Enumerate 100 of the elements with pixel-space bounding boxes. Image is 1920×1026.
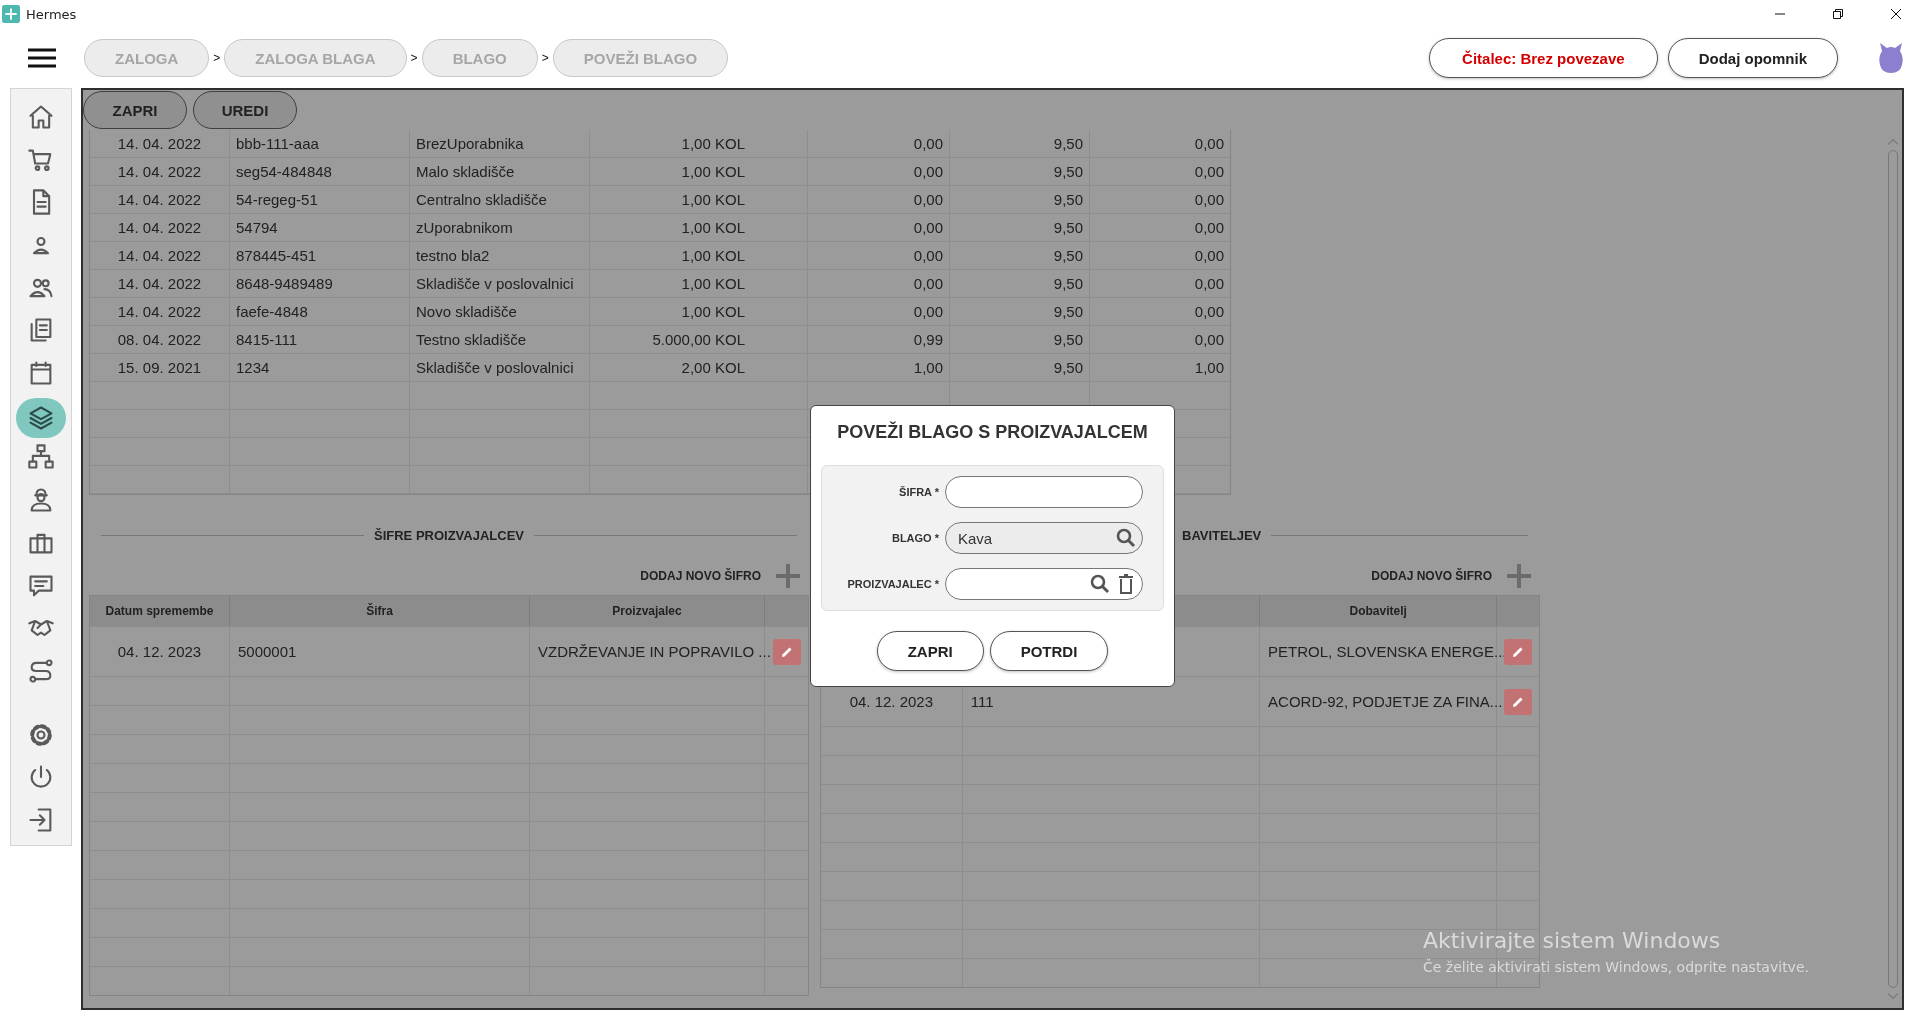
add-code-link[interactable]: DODAJ NOVO ŠIFRO	[1371, 569, 1492, 583]
table-cell: 9,50	[950, 270, 1090, 297]
table-cell: 5000001	[238, 643, 297, 660]
header-button[interactable]: Čitalec: Brez povezave	[1429, 38, 1658, 78]
activation-title: Aktivirajte sistem Windows	[1423, 928, 1722, 953]
table-cell-text: 0,00	[1193, 218, 1225, 238]
table-cell: 9,50	[950, 354, 1090, 381]
table-cell: 15. 09. 2021	[90, 354, 230, 381]
table-cell: 54-regeg-51	[230, 186, 410, 213]
table-cell: 14. 04. 2022	[90, 186, 230, 213]
dialog-button[interactable]: POTRDI	[989, 631, 1109, 671]
table-cell: 0,00	[808, 298, 950, 325]
table-cell: 14. 04. 2022	[90, 242, 230, 269]
table-cell: 9,50	[950, 214, 1090, 241]
table-cell: 1234	[230, 354, 410, 381]
search-icon[interactable]	[1090, 574, 1110, 594]
field-label: PROIZVAJALEC *	[847, 578, 939, 590]
table-cell: 1,00 KOL	[590, 130, 808, 157]
window-title: Hermes	[26, 6, 77, 22]
table-cell: 9,50	[950, 158, 1090, 185]
restore-icon[interactable]	[1832, 8, 1844, 20]
table-cell: 1,00	[808, 354, 950, 381]
table-cell-text: 1,00	[1193, 358, 1225, 378]
table-cell: 14. 04. 2022	[90, 214, 230, 241]
table-cell: 1,00 KOL	[590, 298, 808, 325]
column-header: Proizvajalec	[612, 604, 682, 618]
layers-icon[interactable]	[16, 397, 66, 438]
table-cell: 9,50	[950, 186, 1090, 213]
table-cell: 1,00 KOL	[590, 186, 808, 213]
table-cell: 0,00	[808, 158, 950, 185]
table-cell: Skladišče v poslovalnici	[410, 354, 590, 381]
edit-button[interactable]	[1504, 638, 1533, 665]
table-cell: 0,00	[808, 270, 950, 297]
table-cell: 2,00 KOL	[590, 354, 808, 381]
column-header: Datum spremembe	[105, 604, 214, 618]
table-cell: 9,50	[950, 298, 1090, 325]
table-cell: 0,00	[808, 214, 950, 241]
table-cell: 8415-111	[230, 326, 410, 353]
mascot-icon[interactable]	[1876, 41, 1906, 75]
input-field[interactable]	[945, 476, 1143, 508]
table-cell: faefe-4848	[230, 298, 410, 325]
table-cell: ACORD-92, PODJETJE ZA FINA...	[1268, 693, 1503, 710]
table-cell-text: 0,00	[1193, 134, 1225, 154]
table-cell: bbb-111-aaa	[230, 130, 410, 157]
edit-button[interactable]	[772, 638, 801, 665]
table-cell: VZDRŽEVANJE IN POPRAVILO ...	[538, 643, 771, 660]
header-button[interactable]: Dodaj opomnik	[1667, 38, 1838, 78]
table-cell: 1,00 KOL	[590, 214, 808, 241]
close-icon[interactable]	[1890, 8, 1902, 20]
table-cell-text: 0,00	[1193, 302, 1225, 322]
add-code-link[interactable]: DODAJ NOVO ŠIFRO	[640, 569, 761, 583]
section-title: BAVITELJEV	[1182, 527, 1262, 543]
breadcrumb-separator: >	[410, 51, 418, 65]
input-field[interactable]: Kava	[945, 522, 1143, 554]
table-cell: 111	[970, 693, 994, 710]
table-cell: 14. 04. 2022	[90, 270, 230, 297]
table-cell: 54794	[230, 214, 410, 241]
breadcrumb-separator: >	[541, 51, 549, 65]
toolbar-button[interactable]: UREDI	[193, 91, 297, 129]
table-cell: 1,00 KOL	[590, 270, 808, 297]
table-cell: 5.000,00 KOL	[590, 326, 808, 353]
table-cell: 878445-451	[230, 242, 410, 269]
table-cell: Malo skladišče	[410, 158, 590, 185]
table-cell: 0,00	[808, 130, 950, 157]
breadcrumb-separator: >	[213, 51, 221, 65]
table-cell: 8648-9489489	[230, 270, 410, 297]
table-cell: zUporabnikom	[410, 214, 590, 241]
table-cell: 0,99	[808, 326, 950, 353]
table-cell: Skladišče v poslovalnici	[410, 270, 590, 297]
table-cell: PETROL, SLOVENSKA ENERGE...	[1268, 643, 1507, 660]
edit-button[interactable]	[1504, 688, 1533, 715]
field-label: BLAGO *	[891, 532, 939, 544]
trash-icon[interactable]	[1116, 574, 1136, 594]
activation-text: Če želite aktivirati sistem Windows, odprite nastavitve.	[1423, 959, 1809, 975]
table-cell: 1,00 KOL	[590, 242, 808, 269]
table-cell-text: 0,00	[1193, 162, 1225, 182]
table-cell: Testno skladišče	[410, 326, 590, 353]
search-icon[interactable]	[1116, 528, 1136, 548]
table-cell: 9,50	[950, 242, 1090, 269]
table-cell-text: 0,00	[1193, 330, 1225, 350]
table-cell: 14. 04. 2022	[90, 158, 230, 185]
table-cell: 9,50	[950, 130, 1090, 157]
table-cell: 04. 12. 2023	[117, 643, 202, 660]
input-field[interactable]	[945, 568, 1143, 600]
table-cell-text: 0,00	[1193, 246, 1225, 266]
table-cell: 08. 04. 2022	[90, 326, 230, 353]
table-cell: Novo skladišče	[410, 298, 590, 325]
field-label: ŠIFRA *	[899, 486, 939, 498]
table-cell: 9,50	[950, 326, 1090, 353]
dialog-button[interactable]: ZAPRI	[876, 631, 984, 671]
toolbar-button[interactable]: ZAPRI	[83, 91, 187, 129]
table-cell: 0,00	[808, 242, 950, 269]
table-cell: 0,00	[808, 186, 950, 213]
table-cell-text: 0,00	[1193, 190, 1225, 210]
section-title: ŠIFRE PROIZVAJALCEV	[374, 527, 524, 543]
table-cell: 04. 12. 2023	[849, 693, 934, 710]
table-cell: testno bla2	[410, 242, 590, 269]
table-cell-text: 0,00	[1193, 274, 1225, 294]
menu-icon[interactable]	[27, 48, 57, 68]
table-cell: Centralno skladišče	[410, 186, 590, 213]
